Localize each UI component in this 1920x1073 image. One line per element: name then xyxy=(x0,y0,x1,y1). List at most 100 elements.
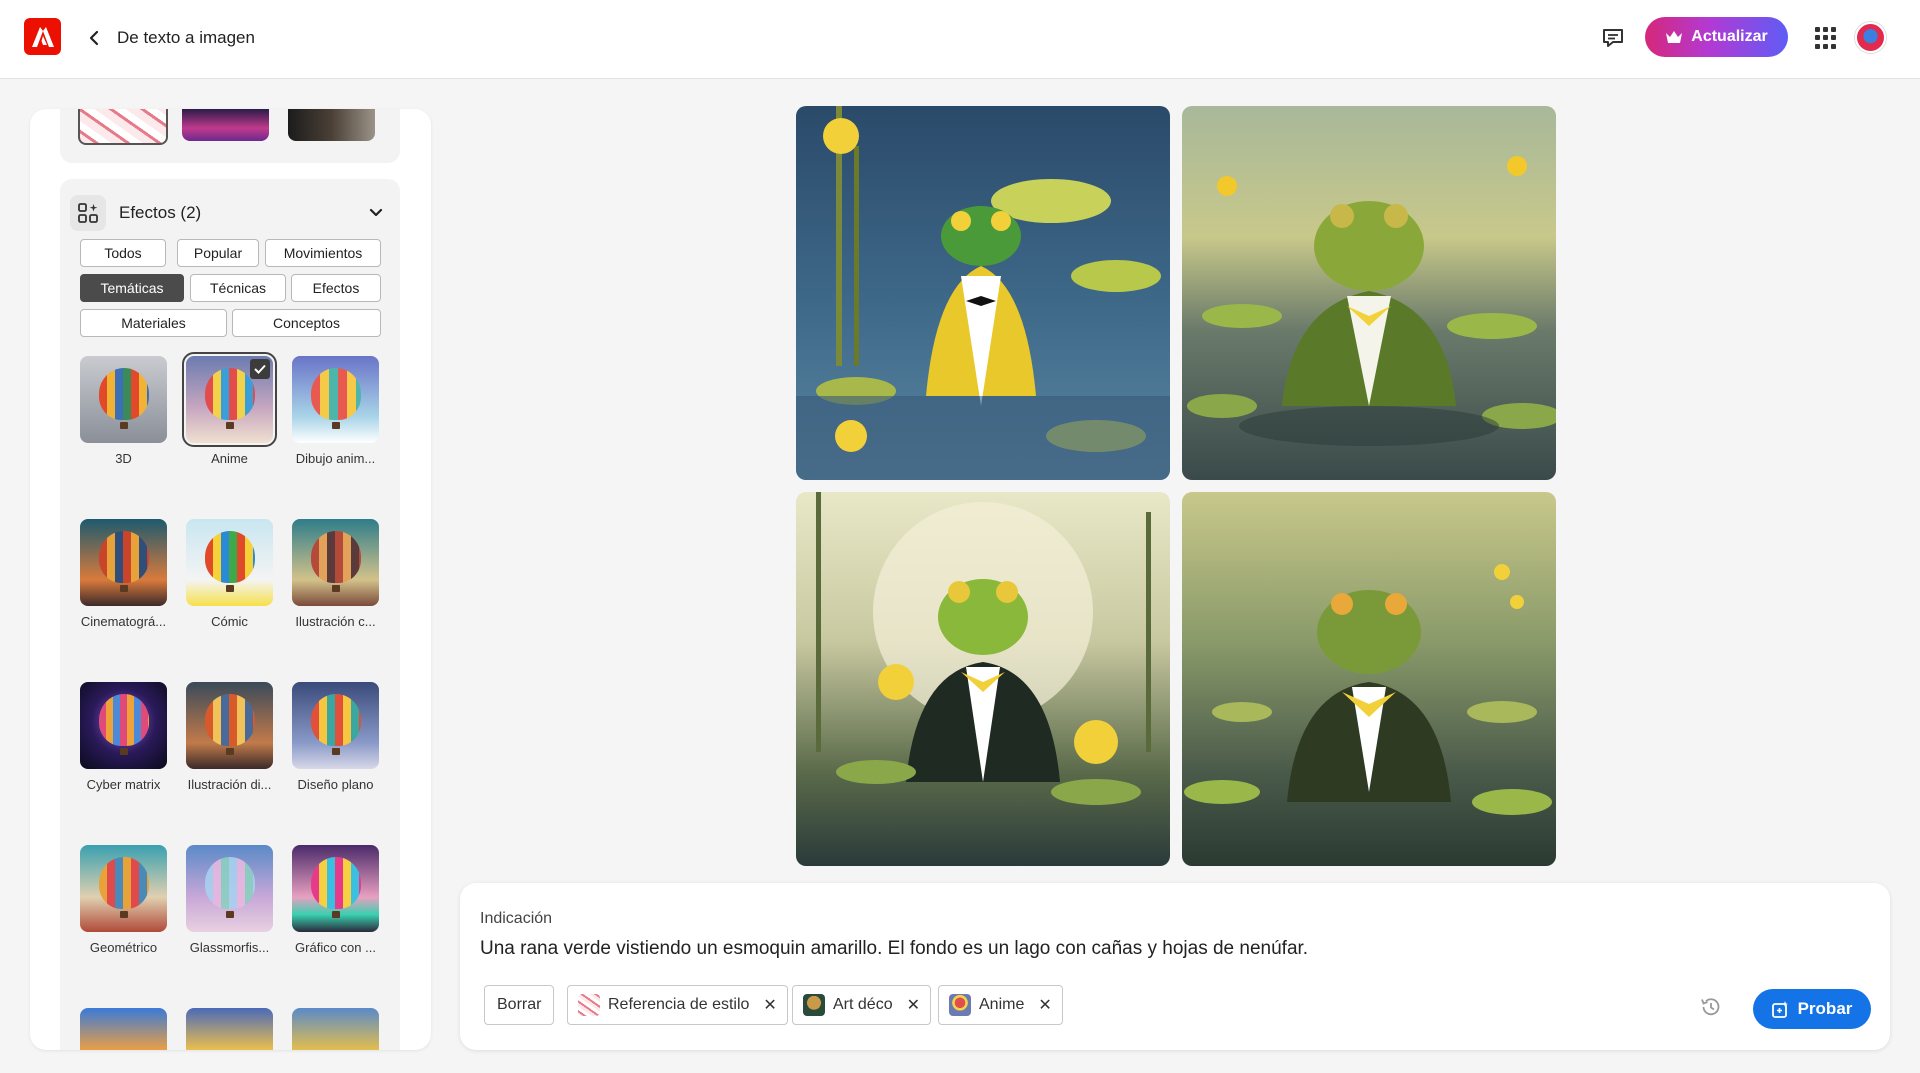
style-reference-section xyxy=(60,109,400,163)
filter-chip-movimientos[interactable]: Movimientos xyxy=(265,239,381,267)
style-label: Cinematográ... xyxy=(80,614,167,629)
filter-chip-popular[interactable]: Popular xyxy=(177,239,259,267)
style-label: Anime xyxy=(211,451,248,466)
style-thumb xyxy=(80,519,167,606)
style-thumb xyxy=(186,1008,273,1050)
tag-thumb xyxy=(949,994,971,1016)
style-thumb xyxy=(80,356,167,443)
style-item-geometrico[interactable]: Geométrico xyxy=(76,845,171,955)
filter-chip-conceptos[interactable]: Conceptos xyxy=(232,309,381,337)
clear-label: Borrar xyxy=(497,996,542,1013)
tag-thumb xyxy=(578,994,600,1016)
style-item[interactable] xyxy=(76,1008,171,1050)
style-item-diseno-plano[interactable]: Diseño plano xyxy=(288,682,383,792)
style-panel-scroll[interactable]: Efectos (2) Todos Popular Movimientos Te… xyxy=(60,109,400,1050)
style-item-anime[interactable]: Anime xyxy=(182,352,277,466)
chevron-left-icon xyxy=(89,30,99,46)
style-thumb xyxy=(292,1008,379,1050)
style-thumb xyxy=(80,845,167,932)
history-icon xyxy=(1701,998,1720,1016)
checkmark-icon xyxy=(250,359,270,379)
result-image-2[interactable] xyxy=(1182,106,1556,480)
style-panel: Efectos (2) Todos Popular Movimientos Te… xyxy=(30,109,431,1050)
result-image-4[interactable] xyxy=(1182,492,1556,866)
close-icon[interactable]: ✕ xyxy=(907,995,920,1015)
filter-chip-efectos[interactable]: Efectos xyxy=(291,274,381,302)
style-label: 3D xyxy=(115,451,132,466)
style-label: Diseño plano xyxy=(297,777,374,792)
chevron-down-icon[interactable] xyxy=(368,205,384,221)
app-header: De texto a imagen Actualizar xyxy=(0,0,1920,79)
style-label: Gráfico con ... xyxy=(295,940,376,955)
style-thumb xyxy=(182,352,277,447)
prompt-bar: Indicación Una rana verde vistiendo un e… xyxy=(460,883,1890,1050)
style-item[interactable] xyxy=(182,1008,277,1050)
style-item-dibujo-animado[interactable]: Dibujo anim... xyxy=(288,356,383,466)
style-thumb xyxy=(292,356,379,443)
crown-icon xyxy=(1666,31,1683,43)
style-item-grafico-con[interactable]: Gráfico con ... xyxy=(288,845,383,955)
style-reference-thumb[interactable] xyxy=(288,109,375,141)
style-label: Cyber matrix xyxy=(86,777,161,792)
style-thumb xyxy=(186,682,273,769)
filter-chip-tematicas[interactable]: Temáticas xyxy=(80,274,184,302)
style-item-3d[interactable]: 3D xyxy=(76,356,171,466)
app-grid-icon[interactable] xyxy=(1815,27,1837,49)
style-label: Ilustración di... xyxy=(187,777,272,792)
style-thumb xyxy=(80,682,167,769)
style-thumb xyxy=(292,682,379,769)
filter-chip-tecnicas[interactable]: Técnicas xyxy=(190,274,286,302)
feedback-button[interactable] xyxy=(1601,26,1627,50)
style-reference-thumb[interactable] xyxy=(78,109,168,145)
adobe-logo-icon[interactable] xyxy=(24,18,61,55)
style-item-comic[interactable]: Cómic xyxy=(182,519,277,629)
upgrade-label: Actualizar xyxy=(1691,28,1768,45)
style-label: Geométrico xyxy=(89,940,158,955)
style-thumb xyxy=(292,519,379,606)
style-thumb xyxy=(292,845,379,932)
style-label: Ilustración c... xyxy=(295,614,376,629)
style-label: Glassmorfis... xyxy=(189,940,270,955)
style-label: Cómic xyxy=(211,614,248,629)
chat-icon xyxy=(1603,29,1623,47)
tag-style-reference[interactable]: Referencia de estilo ✕ xyxy=(567,985,788,1025)
style-item-ilustracion-di[interactable]: Ilustración di... xyxy=(182,682,277,792)
style-item-cyber-matrix[interactable]: Cyber matrix xyxy=(76,682,171,792)
style-thumb xyxy=(186,519,273,606)
user-avatar[interactable] xyxy=(1855,22,1886,53)
close-icon[interactable]: ✕ xyxy=(1038,995,1051,1015)
prompt-input[interactable]: Una rana verde vistiendo un esmoquin ama… xyxy=(480,938,1780,960)
result-image-1[interactable] xyxy=(796,106,1170,480)
try-label: Probar xyxy=(1797,999,1853,1018)
prompt-label: Indicación xyxy=(480,910,553,927)
style-reference-thumb[interactable] xyxy=(182,109,269,141)
effects-icon xyxy=(70,195,106,231)
filter-chip-todos[interactable]: Todos xyxy=(80,239,166,267)
tag-thumb xyxy=(803,994,825,1016)
back-button[interactable] xyxy=(84,27,104,49)
style-thumb xyxy=(186,845,273,932)
style-item[interactable] xyxy=(288,1008,383,1050)
filter-chip-materiales[interactable]: Materiales xyxy=(80,309,227,337)
tag-art-deco[interactable]: Art déco ✕ xyxy=(792,985,931,1025)
page-title: De texto a imagen xyxy=(117,28,255,47)
style-item-ilustracion-c[interactable]: Ilustración c... xyxy=(288,519,383,629)
generate-icon xyxy=(1771,1001,1788,1018)
style-item-cinematografico[interactable]: Cinematográ... xyxy=(76,519,171,629)
tag-label: Art déco xyxy=(833,996,893,1013)
tag-anime[interactable]: Anime ✕ xyxy=(938,985,1063,1025)
effects-title: Efectos (2) xyxy=(119,203,202,222)
style-item-glassmorfismo[interactable]: Glassmorfis... xyxy=(182,845,277,955)
result-image-3[interactable] xyxy=(796,492,1170,866)
history-button[interactable] xyxy=(1700,996,1722,1018)
clear-button[interactable]: Borrar xyxy=(484,985,555,1025)
upgrade-button[interactable]: Actualizar xyxy=(1645,17,1788,57)
effects-header[interactable]: Efectos (2) xyxy=(70,193,390,233)
close-icon[interactable]: ✕ xyxy=(763,995,776,1015)
try-button[interactable]: Probar xyxy=(1753,989,1871,1029)
tag-label: Referencia de estilo xyxy=(608,996,750,1013)
effects-section: Efectos (2) Todos Popular Movimientos Te… xyxy=(60,179,400,1050)
tag-label: Anime xyxy=(979,996,1025,1013)
style-label: Dibujo anim... xyxy=(295,451,376,466)
style-thumb xyxy=(80,1008,167,1050)
